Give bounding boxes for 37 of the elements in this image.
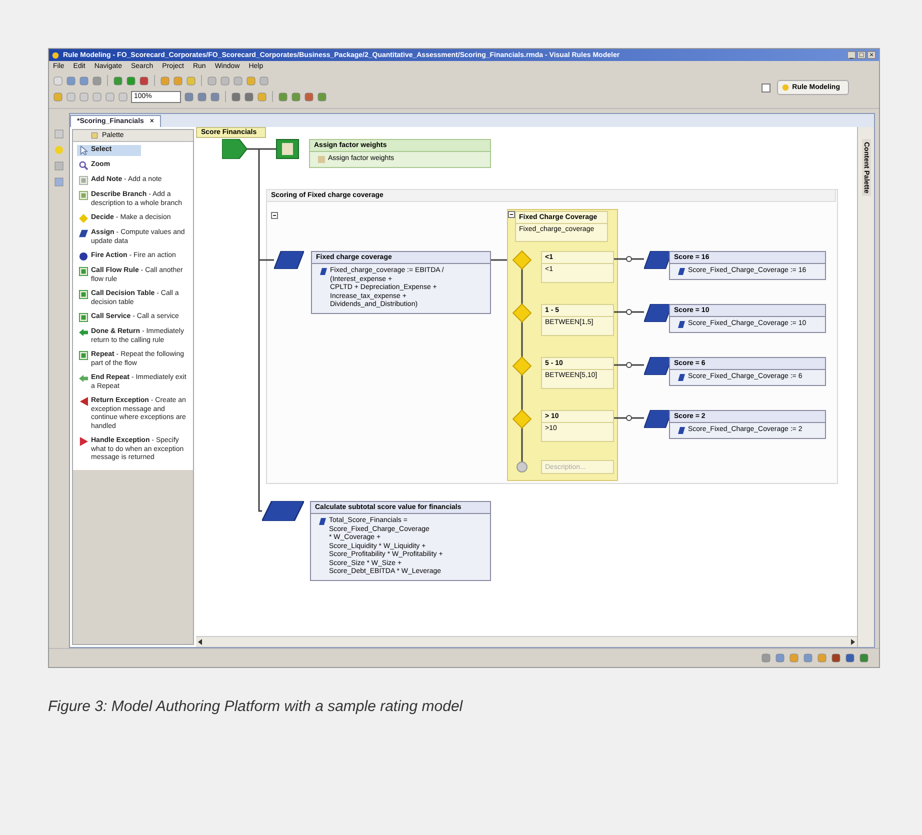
connector-knob [626,362,632,368]
parallelogram-icon [644,251,672,269]
parallelogram-icon [644,304,672,322]
parallelogram-icon [644,357,672,375]
collapse-icon[interactable] [508,211,515,218]
triangle-icon [79,437,88,446]
connector-knob [626,415,632,421]
cursor-icon [79,146,88,155]
connector-line [614,258,644,260]
scroll-right-icon[interactable] [849,638,857,646]
start-node[interactable] [222,139,247,159]
connector-knob [626,309,632,315]
connector-line [614,364,644,366]
collapse-icon[interactable] [271,212,278,219]
parallelogram-icon [644,410,672,428]
perspective-icon [782,84,790,91]
connector-line [491,259,507,261]
circle-icon [79,252,88,261]
decision-diamond[interactable] [512,409,532,429]
triangle-icon [79,397,88,406]
parallelogram-icon [79,229,88,238]
parallelogram-icon [262,501,304,521]
palette-icon [91,132,98,139]
magnifier-icon [79,161,88,170]
diamond-icon [79,214,88,223]
connector-line [614,417,644,419]
figure-caption: Figure 3: Model Authoring Platform with a sample rating model [48,698,464,715]
scroll-left-icon[interactable] [196,638,204,646]
decision-diamond[interactable] [512,303,532,323]
decision-diamond[interactable] [512,250,532,270]
connector-knob [626,256,632,262]
connector-line [614,311,644,313]
app-icon [52,52,59,58]
decision-diamond[interactable] [512,356,532,376]
parallelogram-icon [274,251,304,269]
horizontal-scrollbar[interactable] [196,636,857,647]
table-node[interactable] [276,139,299,159]
